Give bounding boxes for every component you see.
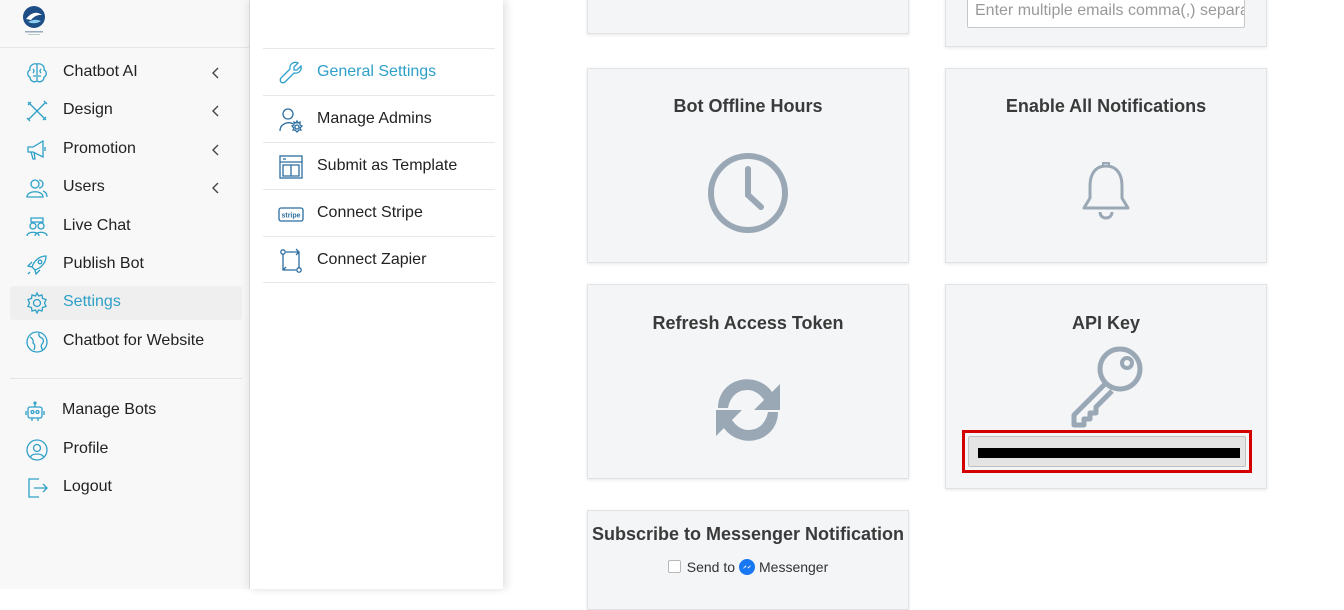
submenu-item-submit-as-template[interactable]: Submit as Template — [263, 142, 495, 189]
submenu-item-label: Connect Zapier — [317, 251, 427, 268]
card-title: Enable All Notifications — [1005, 96, 1207, 116]
card-title: Refresh Access Token — [652, 313, 844, 333]
card-title: Subscribe to Messenger Notification — [591, 524, 905, 544]
stripe-icon: stripe — [278, 207, 304, 222]
submenu-item-manage-admins[interactable]: Manage Admins — [263, 95, 495, 142]
main-sidebar: Chatbot AI Design Promotion Users Live C… — [0, 0, 250, 589]
clock-icon[interactable] — [706, 151, 790, 235]
card-api-key: API Key — [945, 284, 1267, 489]
sidebar-item-label: Promotion — [63, 140, 136, 157]
card-refresh-access-token[interactable]: Refresh Access Token — [587, 284, 909, 479]
logout-icon — [28, 478, 48, 498]
sidebar-item-users[interactable]: Users — [10, 171, 242, 205]
sidebar-item-design[interactable]: Design — [10, 94, 242, 128]
card-partial-top — [587, 0, 909, 34]
sidebar-item-chatbot-ai[interactable]: Chatbot AI — [10, 56, 242, 90]
gear-icon — [27, 291, 47, 315]
chevron-left-icon — [212, 67, 219, 79]
sidebar-item-profile[interactable]: Profile — [10, 433, 242, 467]
submenu-item-connect-stripe[interactable]: stripe Connect Stripe — [263, 189, 495, 236]
card-bot-offline-hours[interactable]: Bot Offline Hours — [587, 68, 909, 263]
submenu-item-connect-zapier[interactable]: Connect Zapier — [263, 236, 495, 283]
sidebar-item-label: Publish Bot — [63, 255, 144, 272]
chevron-left-icon — [212, 105, 219, 117]
app-logo[interactable] — [22, 5, 46, 37]
submenu-item-label: Submit as Template — [317, 157, 458, 174]
key-icon — [1071, 346, 1143, 428]
brain-icon — [27, 63, 47, 83]
template-icon — [279, 155, 303, 179]
users-icon — [26, 179, 48, 198]
sidebar-item-promotion[interactable]: Promotion — [10, 133, 242, 167]
submenu-item-general-settings[interactable]: General Settings — [263, 48, 495, 95]
api-key-field[interactable] — [968, 436, 1246, 467]
admin-gear-icon — [279, 108, 304, 133]
refresh-icon[interactable] — [706, 368, 790, 452]
card-enable-notifications[interactable]: Enable All Notifications — [945, 68, 1267, 263]
messenger-icon — [739, 559, 755, 575]
card-title: API Key — [1071, 313, 1141, 333]
chevron-left-icon — [212, 182, 219, 194]
live-chat-icon — [26, 217, 48, 237]
megaphone-icon — [27, 139, 46, 160]
sidebar-item-label: Live Chat — [63, 217, 131, 234]
sidebar-item-label: Design — [63, 101, 113, 118]
submenu-item-label: General Settings — [317, 63, 437, 80]
design-tools-icon — [26, 100, 48, 122]
svg-text:stripe: stripe — [281, 213, 300, 220]
profile-icon — [26, 439, 48, 461]
sidebar-item-manage-bots[interactable]: Manage Bots — [10, 394, 242, 428]
sidebar-item-label: Manage Bots — [62, 401, 157, 418]
sidebar-divider-top — [0, 47, 250, 48]
sidebar-item-label: Chatbot AI — [63, 63, 138, 80]
card-messenger-notification: Subscribe to Messenger Notification Send… — [587, 510, 909, 610]
send-to-messenger-row: Send to Messenger — [588, 559, 908, 575]
zapier-icon — [280, 248, 302, 273]
sidebar-item-label: Profile — [63, 440, 109, 457]
sidebar-item-live-chat[interactable]: Live Chat — [10, 210, 242, 244]
rocket-icon — [26, 255, 47, 276]
submenu-item-label: Connect Stripe — [317, 204, 423, 221]
sidebar-item-chatbot-for-website[interactable]: Chatbot for Website — [10, 325, 242, 359]
email-input[interactable]: Enter multiple emails comma(,) separa — [967, 0, 1245, 28]
robot-icon — [25, 401, 45, 421]
globe-icon — [26, 331, 48, 353]
settings-submenu: General Settings Manage Admins Submit as… — [250, 0, 503, 589]
chevron-left-icon — [212, 144, 219, 156]
api-key-highlight — [962, 430, 1252, 473]
card-title: Bot Offline Hours — [673, 96, 823, 116]
sidebar-item-label: Settings — [63, 293, 121, 310]
bell-icon[interactable] — [1080, 162, 1132, 224]
card-email-notification: Enter multiple emails comma(,) separa — [945, 0, 1267, 47]
messenger-label: Messenger — [759, 559, 829, 575]
sidebar-item-label: Chatbot for Website — [63, 332, 205, 349]
sidebar-item-settings[interactable]: Settings — [10, 286, 242, 320]
sidebar-divider — [10, 378, 242, 379]
sidebar-item-label: Logout — [63, 478, 112, 495]
send-to-label: Send to — [686, 559, 735, 575]
wrench-icon — [279, 61, 302, 84]
sidebar-item-label: Users — [63, 178, 105, 195]
sidebar-item-publish-bot[interactable]: Publish Bot — [10, 248, 242, 282]
api-key-redacted-value — [978, 448, 1240, 458]
submenu-item-label: Manage Admins — [317, 110, 432, 127]
sidebar-item-logout[interactable]: Logout — [10, 471, 242, 505]
send-to-messenger-checkbox[interactable] — [667, 560, 681, 573]
